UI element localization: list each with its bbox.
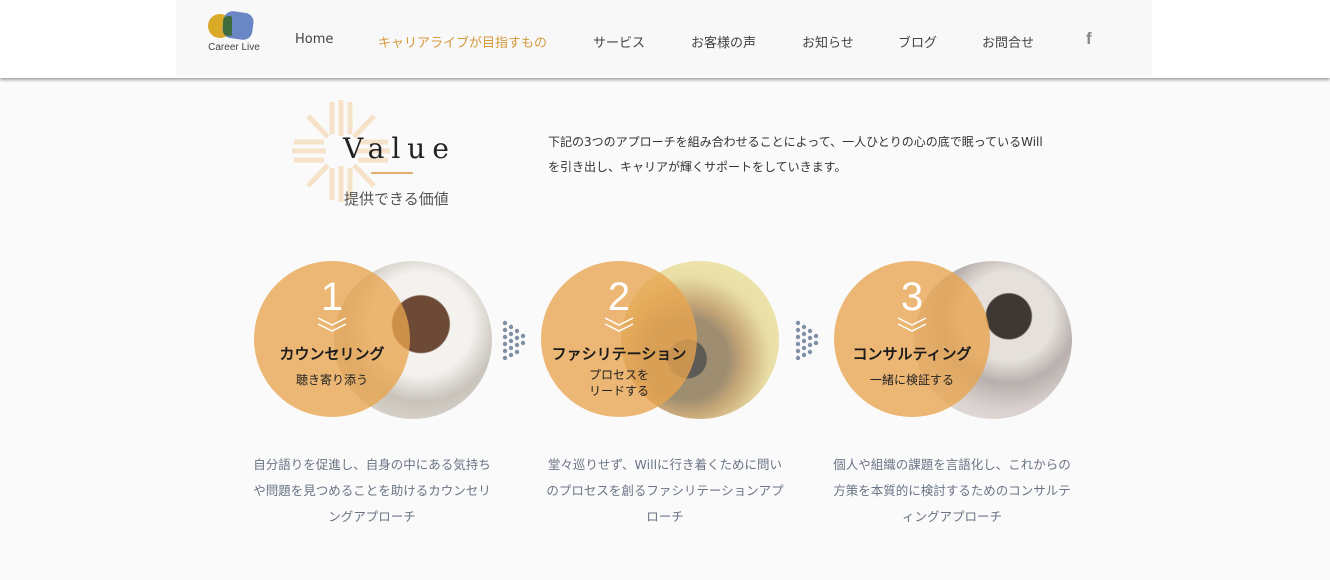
nav-blog[interactable]: ブログ [898,32,937,51]
service-subtitle: 一緒に検証する [869,373,954,387]
service-card-consulting: 3 コンサルティング 一緒に検証する [834,261,1074,421]
service-number: 1 [320,275,344,319]
facebook-icon[interactable]: f [1086,29,1092,49]
logo-overlap-shape [223,16,232,36]
nav-testimonials[interactable]: お客様の声 [691,32,756,51]
site-logo[interactable]: Career Live [204,10,264,58]
service-description-counseling: 自分語りを促進し、自身の中にある気持ちや問題を見つめることを助けるカウンセリング… [253,457,491,524]
service-number: 3 [900,275,924,319]
service-card-facilitation: 2 ファシリテーション プロセスを リードする [541,261,781,421]
site-header: Career Live Home キャリアライブが目指すもの サービス お客様の… [0,0,1330,78]
service-number: 2 [607,275,631,319]
arrow-dots-icon [795,320,819,360]
header-bar: Career Live Home キャリアライブが目指すもの サービス お客様の… [176,0,1152,76]
nav-vision[interactable]: キャリアライブが目指すもの [378,32,547,51]
nav-service[interactable]: サービス [593,32,645,51]
nav-news[interactable]: お知らせ [802,32,854,51]
service-description-consulting: 個人や組織の課題を言語化し、これからの方策を本質的に検討するためのコンサルティン… [833,457,1071,524]
chevron-down-icon [604,317,634,332]
chevron-down-icon [897,317,927,332]
value-intro-text: 下記の3つのアプローチを組み合わせることによって、一人ひとりの心の底で眠っている… [548,135,1043,174]
service-card-counseling: 1 カウンセリング 聴き寄り添う [254,261,494,421]
value-underline [371,172,413,174]
service-title: コンサルティング [852,345,972,363]
service-subtitle: 聴き寄り添う [295,373,368,387]
arrow-dots-icon [502,320,526,360]
service-number-circle: 1 カウンセリング 聴き寄り添う [254,261,410,417]
logo-text: Career Live [208,42,260,53]
value-subtitle: 提供できる価値 [344,190,449,208]
nav-home[interactable]: Home [295,32,333,47]
nav-contact[interactable]: お問合せ [982,32,1034,51]
service-title: カウンセリング [279,345,385,363]
service-description-facilitation: 堂々巡りせず、Willに行き着くために問いのプロセスを創るファシリテーションアプ… [546,457,784,524]
service-number-circle: 3 コンサルティング 一緒に検証する [834,261,990,417]
service-title: ファシリテーション [551,345,687,363]
service-subtitle: プロセスを リードする [588,368,649,398]
value-title: Value [343,132,456,165]
chevron-down-icon [317,317,347,332]
service-number-circle: 2 ファシリテーション プロセスを リードする [541,261,697,417]
